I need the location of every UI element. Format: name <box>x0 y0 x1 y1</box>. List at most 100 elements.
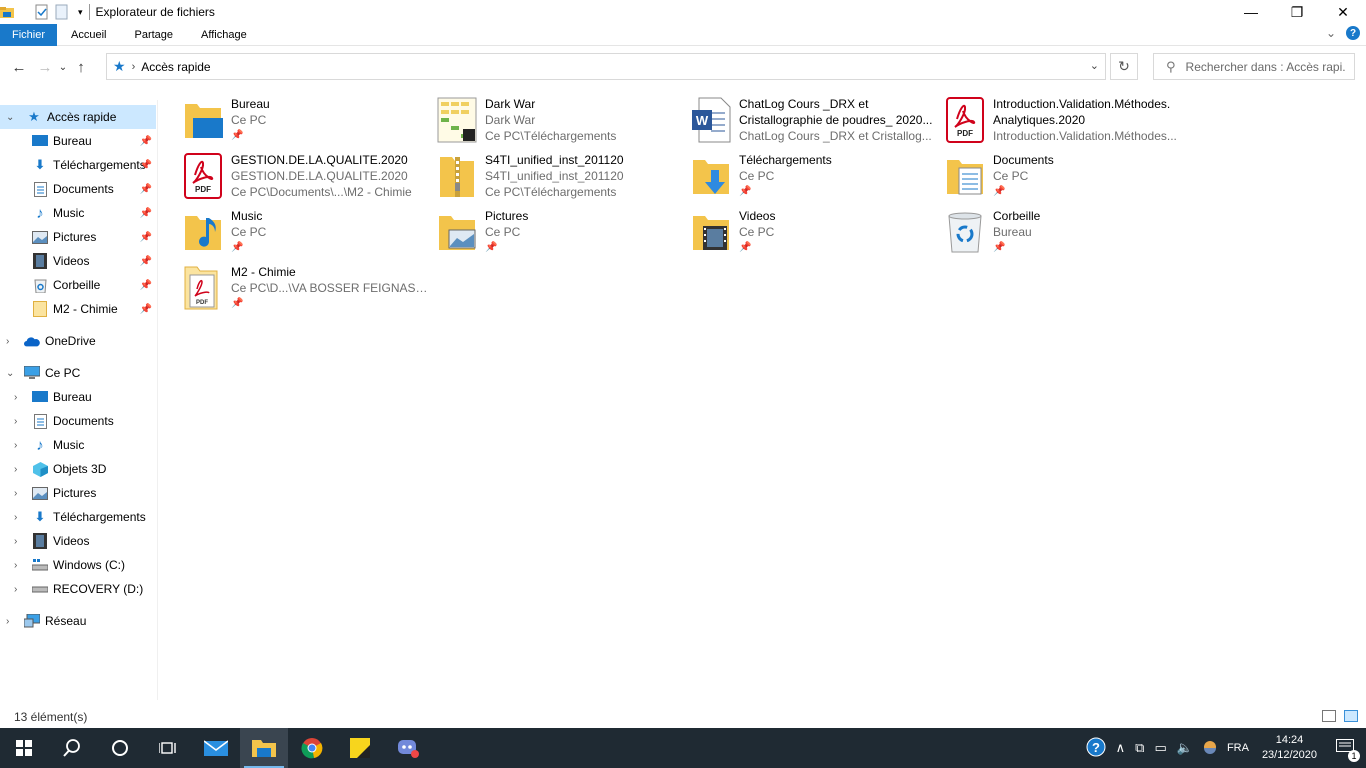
pin-icon[interactable]: 📌 <box>140 136 152 147</box>
language-indicator[interactable]: FRA <box>1227 742 1249 754</box>
file-explorer-taskbar-button[interactable] <box>240 728 288 768</box>
help-tray-icon[interactable]: ? <box>1086 737 1106 760</box>
nav-item-pictures-pinned[interactable]: Pictures 📌 <box>0 225 156 249</box>
refresh-button[interactable]: ↻ <box>1110 53 1138 80</box>
tab-partage[interactable]: Partage <box>120 24 187 46</box>
expand-chevron-icon[interactable]: › <box>14 440 17 451</box>
tab-affichage[interactable]: Affichage <box>187 24 261 46</box>
nav-item-documents-pinned[interactable]: Documents 📌 <box>0 177 156 201</box>
nav-item-drive-c[interactable]: › Windows (C:) <box>0 553 156 577</box>
nav-item-downloads-pinned[interactable]: ⬇ Téléchargements 📌 <box>0 153 156 177</box>
search-box[interactable]: ⚲ <box>1153 53 1355 80</box>
tile-videos[interactable]: Videos Ce PC 📌 <box>688 208 938 262</box>
tile-music[interactable]: Music Ce PC 📌 <box>180 208 430 262</box>
tile-chatlog[interactable]: W ChatLog Cours _DRX et Cristallographie… <box>688 96 938 150</box>
recent-locations-button[interactable]: ⌄ <box>56 56 70 78</box>
expand-chevron-icon[interactable]: › <box>6 336 9 347</box>
pin-icon[interactable]: 📌 <box>485 240 683 256</box>
volume-icon[interactable]: 🔈 <box>1177 740 1193 756</box>
pin-icon[interactable]: 📌 <box>140 280 152 291</box>
device-tray-icon[interactable]: ⧉ <box>1135 740 1144 756</box>
tile-s4ti[interactable]: S4TI_unified_inst_201120 S4TI_unified_in… <box>434 152 684 206</box>
pin-icon[interactable]: 📌 <box>739 240 937 256</box>
nav-item-bureau[interactable]: › Bureau <box>0 385 156 409</box>
nav-item-documents[interactable]: › Documents <box>0 409 156 433</box>
chrome-taskbar-button[interactable] <box>288 728 336 768</box>
tile-gestion-qualite[interactable]: PDF GESTION.DE.LA.QUALITE.2020 GESTION.D… <box>180 152 430 206</box>
pin-icon[interactable]: 📌 <box>140 184 152 195</box>
maximize-button[interactable]: ❐ <box>1274 0 1320 24</box>
address-bar[interactable]: ★ › Accès rapide ⌄ <box>106 53 1106 80</box>
minimize-button[interactable]: — <box>1228 0 1274 24</box>
show-hidden-icons-icon[interactable]: ∧ <box>1116 740 1126 756</box>
battery-icon[interactable]: ▭ <box>1154 740 1166 756</box>
nav-item-onedrive[interactable]: › OneDrive <box>0 329 156 353</box>
sticky-notes-taskbar-button[interactable] <box>336 728 384 768</box>
file-explorer-icon[interactable] <box>0 4 16 20</box>
nav-item-ce-pc[interactable]: ⌄ Ce PC <box>0 361 156 385</box>
new-folder-icon[interactable] <box>54 4 70 20</box>
tab-fichier[interactable]: Fichier <box>0 23 58 46</box>
properties-icon[interactable] <box>34 4 50 20</box>
tab-accueil[interactable]: Accueil <box>57 24 120 46</box>
large-icons-view-icon[interactable] <box>1344 710 1358 722</box>
pin-icon[interactable]: 📌 <box>231 296 429 312</box>
nav-item-drive-d[interactable]: › RECOVERY (D:) <box>0 577 156 601</box>
weather-icon[interactable] <box>1203 740 1217 757</box>
nav-item-music-pinned[interactable]: ♪ Music 📌 <box>0 201 156 225</box>
expand-chevron-icon[interactable]: ⌄ <box>6 112 14 123</box>
nav-item-videos-pinned[interactable]: Videos 📌 <box>0 249 156 273</box>
pin-icon[interactable]: 📌 <box>231 128 429 144</box>
nav-item-objets-3d[interactable]: › Objets 3D <box>0 457 156 481</box>
nav-item-music[interactable]: › ♪ Music <box>0 433 156 457</box>
pin-icon[interactable]: 📌 <box>140 232 152 243</box>
mail-app-button[interactable] <box>192 728 240 768</box>
pin-icon[interactable]: 📌 <box>231 240 429 256</box>
pin-icon[interactable]: 📌 <box>140 256 152 267</box>
expand-chevron-icon[interactable]: › <box>14 560 17 571</box>
qat-dropdown-icon[interactable]: ▾ <box>78 7 83 18</box>
pin-icon[interactable]: 📌 <box>140 304 152 315</box>
breadcrumb-item[interactable]: Accès rapide <box>141 60 210 74</box>
details-view-icon[interactable] <box>1322 710 1336 722</box>
address-dropdown-icon[interactable]: ⌄ <box>1090 59 1099 72</box>
expand-chevron-icon[interactable]: › <box>14 392 17 403</box>
expand-ribbon-icon[interactable]: ⌄ <box>1326 26 1336 40</box>
nav-item-network[interactable]: › Réseau <box>0 609 156 633</box>
nav-item-pictures[interactable]: › Pictures <box>0 481 156 505</box>
search-input[interactable] <box>1185 59 1346 74</box>
up-button[interactable]: ↑ <box>70 56 92 78</box>
nav-item-downloads[interactable]: › ⬇ Téléchargements <box>0 505 156 529</box>
discord-taskbar-button[interactable] <box>384 728 432 768</box>
expand-chevron-icon[interactable]: ⌄ <box>6 368 14 379</box>
pin-icon[interactable]: 📌 <box>140 160 152 171</box>
breadcrumb-chevron-icon[interactable]: › <box>132 61 136 73</box>
nav-item-bureau-pinned[interactable]: Bureau 📌 <box>0 129 156 153</box>
clock[interactable]: 14:24 23/12/2020 <box>1262 733 1317 763</box>
tile-introduction-validation[interactable]: PDF Introduction.Validation.Méthodes. An… <box>942 96 1192 150</box>
tile-bureau[interactable]: Bureau Ce PC 📌 <box>180 96 430 150</box>
expand-chevron-icon[interactable]: › <box>14 416 17 427</box>
tile-dark-war[interactable]: Dark War Dark War Ce PC\Téléchargements <box>434 96 684 150</box>
tile-pictures[interactable]: Pictures Ce PC 📌 <box>434 208 684 262</box>
task-view-button[interactable] <box>144 728 192 768</box>
cortana-button[interactable] <box>96 728 144 768</box>
expand-chevron-icon[interactable]: › <box>14 488 17 499</box>
tile-corbeille[interactable]: Corbeille Bureau 📌 <box>942 208 1192 262</box>
nav-item-recycle-bin-pinned[interactable]: Corbeille 📌 <box>0 273 156 297</box>
close-button[interactable]: ✕ <box>1320 0 1366 24</box>
expand-chevron-icon[interactable]: › <box>14 512 17 523</box>
start-button[interactable] <box>0 728 48 768</box>
tile-documents[interactable]: Documents Ce PC 📌 <box>942 152 1192 206</box>
notification-center-icon[interactable]: 1 <box>1336 738 1360 762</box>
help-icon[interactable]: ? <box>1346 26 1360 40</box>
pin-icon[interactable]: 📌 <box>140 208 152 219</box>
forward-button[interactable]: → <box>34 56 56 78</box>
back-button[interactable]: ← <box>8 56 30 78</box>
nav-item-m2-chimie-pinned[interactable]: M2 - Chimie 📌 <box>0 297 156 321</box>
search-button[interactable] <box>48 728 96 768</box>
tile-m2-chimie[interactable]: PDF M2 - Chimie Ce PC\D...\VA BOSSER FEI… <box>180 264 430 318</box>
pin-icon[interactable]: 📌 <box>993 240 1191 256</box>
pin-icon[interactable]: 📌 <box>739 184 937 200</box>
expand-chevron-icon[interactable]: › <box>14 536 17 547</box>
